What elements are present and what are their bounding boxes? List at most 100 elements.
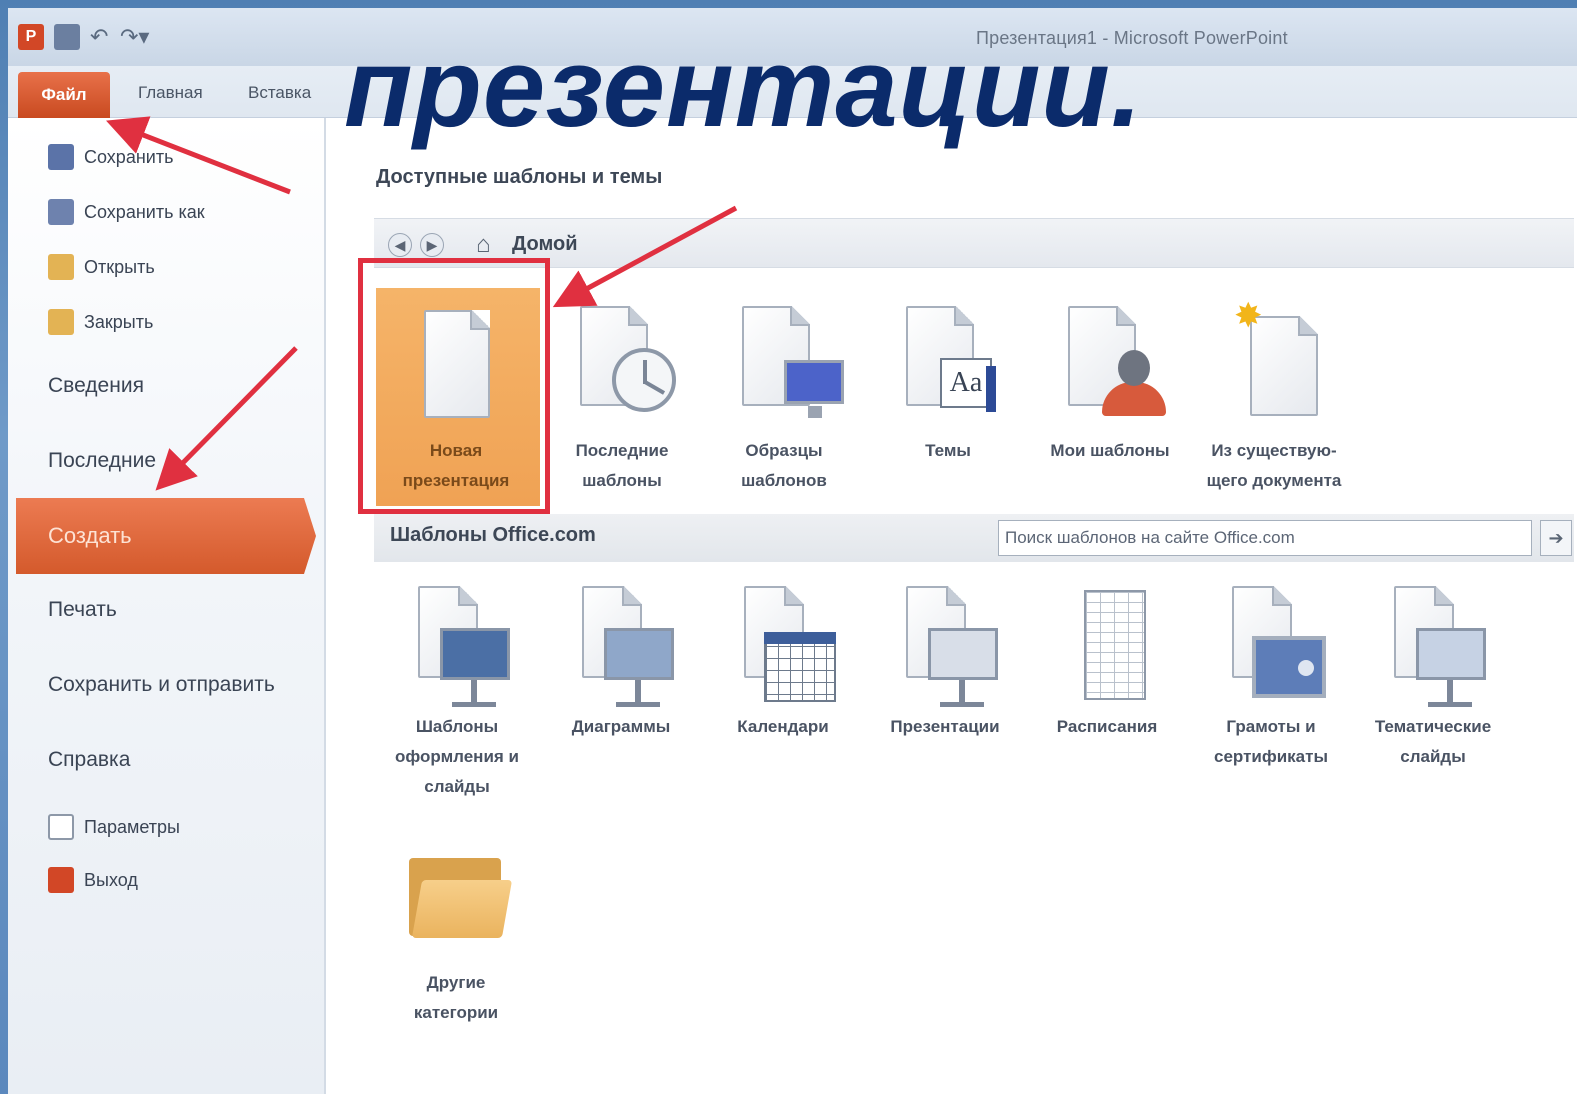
- nav-save[interactable]: Сохранить: [48, 140, 173, 174]
- nav-save-and-send[interactable]: Сохранить и отправить: [48, 665, 275, 705]
- tile-from-existing[interactable]: ✸ Из существую- щего документа: [1194, 288, 1354, 496]
- tile-label: Тематические: [1374, 717, 1492, 736]
- tile-label: Грамоты и: [1226, 717, 1316, 736]
- tile-themes[interactable]: Aa Темы: [868, 288, 1028, 466]
- powerpoint-window: P ↶ ↷▾ Презентация1 - Microsoft PowerPoi…: [8, 8, 1577, 1094]
- close-folder-icon: [48, 309, 74, 335]
- spreadsheet-icon: [1084, 590, 1146, 700]
- tile-label: Презентации: [890, 717, 1000, 736]
- presentation-board-icon: [440, 628, 510, 680]
- nav-help[interactable]: Справка: [48, 740, 130, 780]
- create-panel: Доступные шаблоны и темы ◀ ▶ ⌂ Домой Нов…: [338, 118, 1577, 1094]
- office-templates-label: Шаблоны Office.com: [390, 524, 596, 546]
- nav-create[interactable]: Создать: [16, 498, 316, 574]
- tab-insert[interactable]: Вставка: [248, 78, 311, 108]
- red-highlight-box: [358, 258, 550, 514]
- category-thematic-slides[interactable]: Тематические слайды: [1358, 576, 1508, 772]
- overlay-heading: презентации.: [344, 25, 1143, 150]
- tile-label: Последние: [575, 441, 669, 460]
- undo-icon[interactable]: ↶: [90, 24, 116, 50]
- tile-label: шаблоны: [582, 471, 662, 490]
- nav-options[interactable]: Параметры: [48, 810, 180, 844]
- nav-open-label: Открыть: [84, 256, 155, 277]
- board-stand: [471, 680, 477, 704]
- template-search-input[interactable]: [998, 520, 1532, 556]
- category-diagrams[interactable]: Диаграммы: [546, 576, 696, 742]
- nav-options-label: Параметры: [84, 816, 180, 837]
- tile-label: Календари: [737, 717, 829, 736]
- nav-exit-label: Выход: [84, 869, 138, 890]
- tile-label: шаблонов: [741, 471, 827, 490]
- board-stand: [635, 680, 641, 704]
- nav-exit[interactable]: Выход: [48, 863, 138, 897]
- template-navbar: ◀ ▶ ⌂ Домой: [374, 218, 1574, 268]
- nav-save-as[interactable]: Сохранить как: [48, 195, 205, 229]
- monitor-stand: [808, 406, 822, 418]
- tile-label: оформления и: [395, 747, 519, 766]
- tile-recent-templates[interactable]: Последние шаблоны: [542, 288, 702, 496]
- redo-icon[interactable]: ↷▾: [120, 24, 160, 50]
- user-head-icon: [1118, 350, 1150, 386]
- theme-font-icon: Aa: [940, 358, 996, 412]
- tile-label: Шаблоны: [415, 717, 499, 736]
- home-link[interactable]: Домой: [512, 233, 578, 256]
- board-base: [616, 702, 660, 707]
- exit-icon: [48, 867, 74, 893]
- category-design-templates[interactable]: Шаблоны оформления и слайды: [382, 576, 532, 802]
- nav-save-as-label: Сохранить как: [84, 201, 205, 222]
- board-base: [1428, 702, 1472, 707]
- thematic-board-icon: [1416, 628, 1486, 680]
- computer-monitor-icon: [784, 360, 844, 404]
- nav-open[interactable]: Открыть: [48, 250, 155, 284]
- tile-label: Из существую-: [1211, 441, 1337, 460]
- category-calendars[interactable]: Календари: [708, 576, 858, 742]
- sparkle-icon: ✸: [1234, 297, 1263, 335]
- nav-print[interactable]: Печать: [48, 590, 117, 630]
- nav-save-label: Сохранить: [84, 146, 174, 167]
- category-other[interactable]: Другие категории: [376, 848, 536, 1028]
- tile-label: Темы: [925, 441, 971, 460]
- category-presentations[interactable]: Презентации: [870, 576, 1020, 742]
- tile-label: слайды: [1400, 747, 1466, 766]
- clock-icon: [612, 348, 676, 412]
- options-icon: [48, 814, 74, 840]
- tab-file[interactable]: Файл: [18, 72, 110, 118]
- diagram-board-icon: [604, 628, 674, 680]
- nav-close-label: Закрыть: [84, 311, 154, 332]
- presentation-board-icon: [928, 628, 998, 680]
- board-base: [940, 702, 984, 707]
- category-schedules[interactable]: Расписания: [1032, 576, 1182, 742]
- nav-recent[interactable]: Последние: [48, 441, 156, 481]
- save-icon: [48, 144, 74, 170]
- backstage-nav: Сохранить Сохранить как Открыть Закрыть …: [8, 118, 326, 1094]
- tile-label: Расписания: [1056, 717, 1158, 736]
- board-stand: [1447, 680, 1453, 704]
- quick-save-icon[interactable]: [54, 24, 80, 50]
- home-icon[interactable]: ⌂: [476, 231, 491, 259]
- nav-close[interactable]: Закрыть: [48, 305, 153, 339]
- tab-home[interactable]: Главная: [138, 78, 203, 108]
- nav-info[interactable]: Сведения: [48, 366, 144, 406]
- tile-sample-templates[interactable]: Образцы шаблонов: [704, 288, 864, 496]
- board-base: [452, 702, 496, 707]
- office-templates-bar: Шаблоны Office.com ➔: [374, 514, 1574, 562]
- save-as-icon: [48, 199, 74, 225]
- tile-label: Мои шаблоны: [1050, 441, 1170, 460]
- tile-label: сертификаты: [1214, 747, 1328, 766]
- back-arrow-icon[interactable]: ◀: [388, 233, 412, 257]
- calendar-icon: [764, 632, 836, 702]
- tile-my-templates[interactable]: Мои шаблоны: [1030, 288, 1190, 466]
- tile-label: Диаграммы: [571, 717, 671, 736]
- search-go-arrow-icon[interactable]: ➔: [1540, 520, 1572, 556]
- tile-label: слайды: [424, 777, 490, 796]
- open-folder-icon: [48, 254, 74, 280]
- tile-label: Другие: [426, 973, 486, 992]
- forward-arrow-icon[interactable]: ▶: [420, 233, 444, 257]
- tile-label: Образцы: [745, 441, 823, 460]
- powerpoint-logo-icon: P: [18, 24, 44, 50]
- section-heading: Доступные шаблоны и темы: [376, 166, 663, 188]
- tile-label: щего документа: [1206, 471, 1342, 490]
- category-certificates[interactable]: Грамоты и сертификаты: [1196, 576, 1346, 772]
- certificate-icon: [1252, 636, 1326, 698]
- folder-icon: [409, 858, 513, 938]
